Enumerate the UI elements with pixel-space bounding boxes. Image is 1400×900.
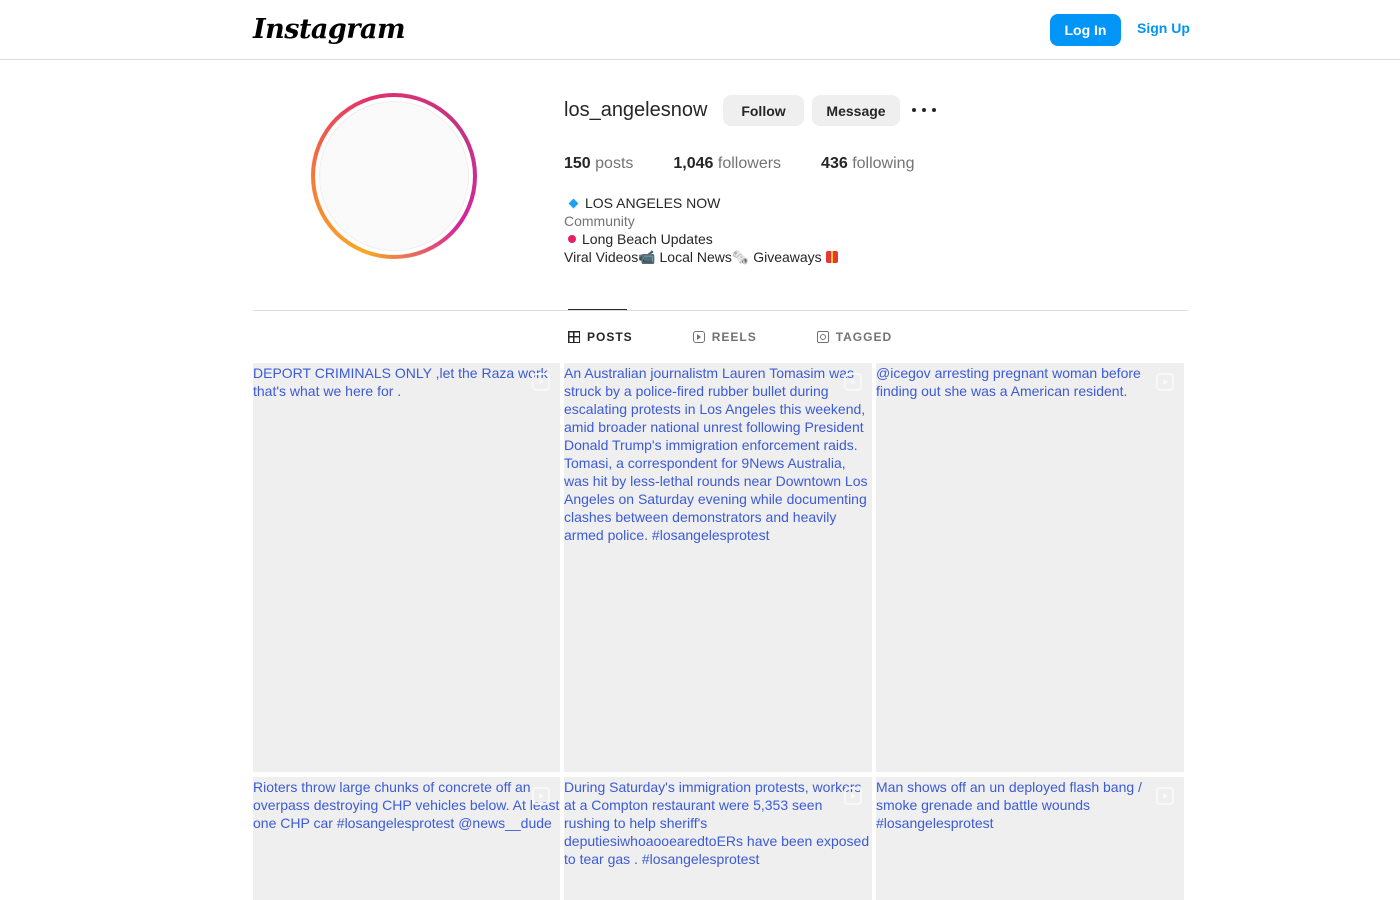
followers-count: 1,046: [673, 155, 714, 172]
reel-icon: [1156, 373, 1174, 391]
bio-line-1: Long Beach Updates: [564, 230, 838, 248]
bio-name: LOS ANGELES NOW: [585, 195, 721, 211]
profile-tabs: POSTS REELS TAGGED: [568, 330, 952, 344]
reel-icon: [532, 373, 550, 391]
tab-posts[interactable]: POSTS: [568, 330, 633, 344]
post-alt-text: Man shows off an un deployed flash bang …: [876, 779, 1142, 831]
post-tile[interactable]: @icegov arresting pregnant woman before …: [876, 363, 1184, 772]
post-tile[interactable]: During Saturday's immigration protests, …: [564, 777, 872, 900]
following-count: 436: [821, 155, 848, 172]
post-alt-text: During Saturday's immigration protests, …: [564, 779, 870, 867]
avatar-border: [315, 97, 473, 255]
tab-reels[interactable]: REELS: [692, 330, 757, 344]
profile-username: los_angelesnow: [564, 99, 708, 121]
bio-line-1-text: Long Beach Updates: [582, 231, 713, 247]
post-tile[interactable]: Man shows off an un deployed flash bang …: [876, 777, 1184, 900]
following-stat[interactable]: 436 following: [821, 155, 914, 173]
more-options-icon[interactable]: [912, 102, 936, 118]
message-button[interactable]: Message: [812, 95, 900, 126]
bio-line-2: Viral Videos📹 Local News🗞️ Giveaways: [564, 248, 838, 266]
reels-icon: [692, 331, 705, 343]
blue-diamond-icon: [568, 198, 579, 209]
login-button[interactable]: Log In: [1050, 14, 1121, 46]
followers-label: followers: [717, 155, 782, 172]
bio-category: Community: [564, 213, 635, 229]
grid-icon: [568, 331, 580, 343]
gift-icon: [825, 251, 838, 263]
reel-icon: [844, 373, 862, 391]
tab-posts-label: POSTS: [587, 330, 633, 344]
top-nav: Instagram Log In Sign Up: [0, 0, 1400, 60]
following-label: following: [852, 155, 915, 172]
post-alt-text: DEPORT CRIMINALS ONLY ,let the Raza work…: [253, 365, 548, 399]
profile-stats: 150 posts 1,046 followers 436 following: [564, 155, 954, 173]
avatar: [319, 101, 469, 251]
tabs-divider: [253, 310, 1188, 311]
active-tab-indicator: [568, 309, 627, 310]
signup-link[interactable]: Sign Up: [1137, 20, 1190, 36]
reel-icon: [1156, 787, 1174, 805]
bio-name-line: LOS ANGELES NOW: [564, 194, 838, 212]
followers-stat[interactable]: 1,046 followers: [673, 155, 781, 173]
avatar-story-ring[interactable]: [311, 93, 477, 259]
reel-icon: [532, 787, 550, 805]
post-tile[interactable]: Rioters throw large chunks of concrete o…: [253, 777, 560, 900]
posts-count: 150: [564, 155, 591, 172]
post-tile[interactable]: An Australian journalistm Lauren Tomasim…: [564, 363, 872, 772]
post-alt-text: Rioters throw large chunks of concrete o…: [253, 779, 560, 831]
follow-button[interactable]: Follow: [723, 95, 804, 126]
pin-icon: [568, 234, 576, 243]
tab-reels-label: REELS: [711, 330, 757, 344]
tab-tagged-label: TAGGED: [835, 330, 893, 344]
post-alt-text: @icegov arresting pregnant woman before …: [876, 365, 1141, 399]
reel-icon: [844, 787, 862, 805]
tab-tagged[interactable]: TAGGED: [816, 330, 893, 344]
profile-bio: LOS ANGELES NOW Community Long Beach Upd…: [564, 194, 838, 266]
tagged-icon: [816, 331, 829, 343]
posts-stat: 150 posts: [564, 155, 633, 173]
post-tile[interactable]: DEPORT CRIMINALS ONLY ,let the Raza work…: [253, 363, 560, 772]
posts-label: posts: [595, 155, 634, 172]
instagram-logo[interactable]: Instagram: [253, 14, 406, 45]
post-alt-text: An Australian journalistm Lauren Tomasim…: [564, 365, 868, 543]
bio-line-2-text: Viral Videos📹 Local News🗞️ Giveaways: [564, 249, 822, 265]
